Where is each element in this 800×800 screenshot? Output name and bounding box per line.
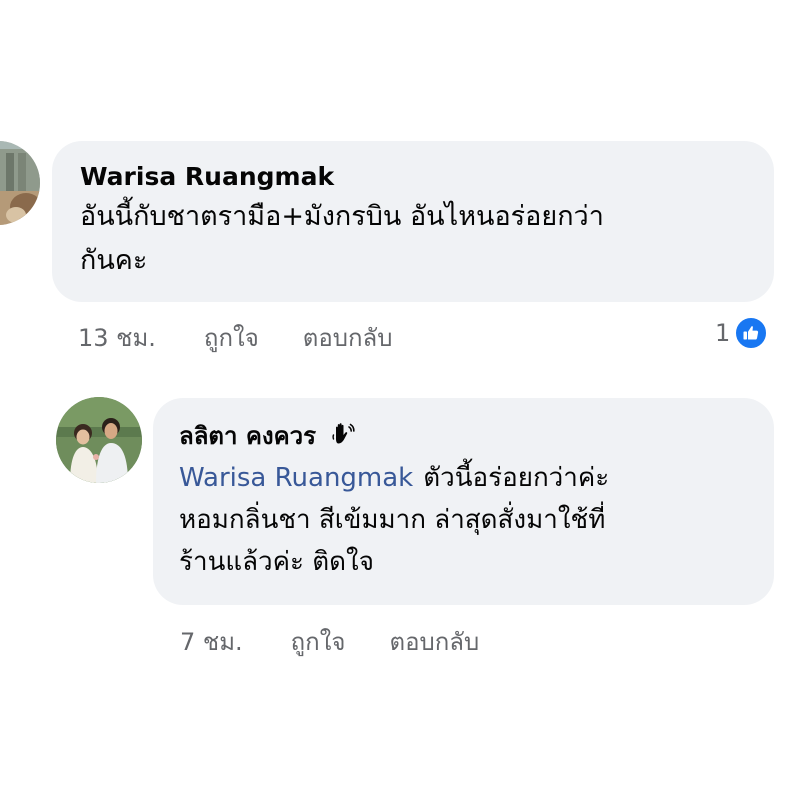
reply-button[interactable]: ตอบกลับ <box>303 318 393 357</box>
reply-actions: 7 ชม. ถูกใจ ตอบกลับ <box>180 622 479 661</box>
reply-text-line: Warisa Ruangmak ตัวนี้อร่อยกว่าค่ะ <box>179 463 610 493</box>
comment-text-line: กันคะ <box>80 245 148 276</box>
comment-timestamp[interactable]: 13 ชม. <box>78 318 156 357</box>
reply-text: Warisa Ruangmak ตัวนี้อร่อยกว่าค่ะ หอมกลิ… <box>179 457 749 583</box>
comment-text: อันนี้กับชาตรามือ+มังกรบิน อันไหนอร่อยกว… <box>80 195 760 283</box>
thumbs-up-icon <box>734 316 769 350</box>
reply-bubble: ลลิตา คงควร Warisa Ruangmak ตัวนี้อร่อยกว… <box>153 398 774 605</box>
reply-button[interactable]: ตอบกลับ <box>389 622 479 661</box>
like-button[interactable]: ถูกใจ <box>291 622 346 661</box>
comment-author[interactable]: Warisa Ruangmak <box>80 161 774 193</box>
reply-text-line: ร้านแล้วค่ะ ติดใจ <box>179 547 374 577</box>
reply-text-line: หอมกลิ่นชา สีเข้มมาก ล่าสุดสั่งมาใช้ที่ <box>179 505 606 535</box>
comment-thread: Warisa Ruangmak อันนี้กับชาตรามือ+มังกรบ… <box>0 0 800 800</box>
comment-text-line: อันนี้กับชาตรามือ+มังกรบิน อันไหนอร่อยกว… <box>80 201 604 232</box>
reaction-count: 1 <box>715 319 731 347</box>
reply-author-row: ลลิตา คงควร <box>179 420 774 455</box>
reply-author[interactable]: ลลิตา คงควร <box>179 422 316 450</box>
comment-actions: 13 ชม. ถูกใจ ตอบกลับ <box>78 318 392 357</box>
commenter-avatar[interactable] <box>0 141 40 225</box>
like-button[interactable]: ถูกใจ <box>204 318 259 357</box>
waving-hand-icon <box>330 421 356 455</box>
reply-timestamp[interactable]: 7 ชม. <box>180 622 243 661</box>
replier-avatar[interactable] <box>56 397 142 483</box>
comment-bubble: Warisa Ruangmak อันนี้กับชาตรามือ+มังกรบ… <box>52 141 774 302</box>
reaction-summary[interactable]: 1 <box>715 316 769 350</box>
mention-link[interactable]: Warisa Ruangmak <box>179 463 413 493</box>
